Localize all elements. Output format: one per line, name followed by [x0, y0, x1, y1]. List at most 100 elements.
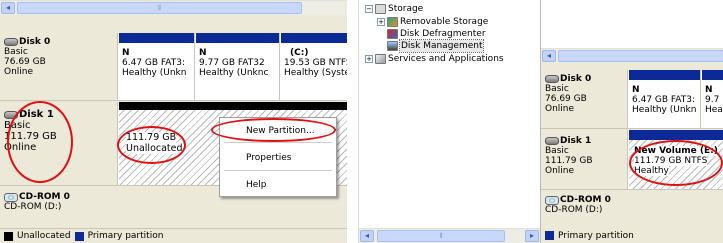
new-volume-partition[interactable]: New Volume (E:) 111.79 GB NTFS Healthy — [629, 130, 723, 189]
partition-label: N — [632, 85, 640, 95]
partition-health: Healthy (Unknc — [199, 68, 269, 78]
scroll-right-button[interactable]: ▸ — [525, 230, 539, 242]
partition-label: N — [199, 48, 207, 58]
primary-swatch — [74, 231, 84, 241]
disk-0-row: Disk 0 Basic 76.69 GB Online N 6.47 GB F… — [0, 33, 347, 101]
menu-separator — [224, 142, 332, 143]
disk-1-row: Disk 1 Basic 111.79 GB Online New Volume… — [541, 130, 723, 190]
tree-label: Disk Defragmenter — [400, 29, 486, 39]
disk-name: Disk 0 — [19, 37, 51, 47]
cdrom-name: CD-ROM 0 — [19, 192, 70, 202]
partition[interactable]: N 9.77 GB FAT32 Healthy (Unknc — [196, 33, 280, 100]
partition-label: (C:) — [290, 48, 309, 58]
menu-separator — [224, 170, 332, 171]
cdrom-0-label[interactable]: CD-ROM 0 CD-ROM (D:) — [541, 191, 628, 228]
partition-health: Healthy (Unkn — [632, 105, 697, 115]
console-tree: − Storage + Removable Storage Disk Defra… — [358, 0, 540, 243]
disk-management-view-after: ◂ Disk 0 Basic 76.69 GB Online N 6.47 GB… — [540, 0, 723, 243]
legend: Unallocated Primary partition — [0, 229, 347, 243]
partition[interactable]: N 9.7 Hea — [702, 70, 723, 128]
cdrom-name: CD-ROM 0 — [560, 195, 611, 205]
partition-health: Hea — [705, 105, 723, 115]
disk-status: Online — [4, 67, 34, 77]
partition-size: 9.7 — [705, 95, 720, 105]
tree-item-services-and-applications[interactable]: + Services and Applications — [365, 53, 504, 65]
primary-partition-bar — [702, 70, 723, 80]
partition-label: N — [122, 48, 130, 58]
expand-toggle[interactable]: + — [377, 18, 385, 26]
volume-health: Healthy — [634, 166, 669, 176]
disk-0-label[interactable]: Disk 0 Basic 76.69 GB Online — [0, 33, 118, 100]
menu-item-new-partition[interactable]: New Partition... — [220, 124, 336, 138]
hard-disk-icon — [545, 137, 559, 145]
partition-label: N — [705, 85, 713, 95]
scroll-thumb[interactable]: ⦀ — [17, 2, 302, 14]
primary-partition-bar — [281, 33, 347, 43]
primary-swatch — [545, 231, 554, 240]
cdrom-0-label[interactable]: CD-ROM 0 CD-ROM (D:) — [0, 187, 118, 228]
collapse-toggle[interactable]: − — [365, 5, 373, 13]
menu-item-help[interactable]: Help — [220, 178, 336, 192]
horizontal-scrollbar-top[interactable]: ◂ ⦀ — [0, 0, 347, 15]
disk-size: 111.79 GB — [4, 131, 57, 142]
scroll-thumb[interactable] — [558, 50, 723, 62]
hard-disk-icon — [545, 75, 559, 83]
disk-type: Basic — [4, 120, 31, 131]
disk-type: Basic — [545, 146, 569, 156]
removable-storage-icon — [387, 17, 398, 27]
tree-horizontal-scrollbar[interactable]: ◂ ⦀ ▸ — [359, 228, 540, 243]
disk-name: Disk 1 — [19, 109, 54, 120]
scroll-thumb[interactable]: ⦀ — [377, 230, 505, 242]
tree-item-removable-storage[interactable]: + Removable Storage — [377, 16, 488, 28]
cd-rom-icon — [545, 195, 559, 205]
menu-item-properties[interactable]: Properties — [220, 151, 336, 165]
tree-item-storage[interactable]: − Storage — [365, 3, 423, 15]
disk-0-label[interactable]: Disk 0 Basic 76.69 GB Online — [541, 70, 628, 128]
context-menu: New Partition... Properties Help — [219, 117, 337, 197]
disk-type: Basic — [545, 84, 569, 94]
horizontal-scrollbar-top[interactable]: ◂ — [541, 48, 723, 63]
volume-name: New Volume (E:) — [634, 146, 718, 156]
primary-partition-bar — [119, 33, 194, 43]
disk-name: Disk 0 — [560, 74, 592, 84]
expand-toggle[interactable]: + — [365, 55, 373, 63]
partition[interactable]: (C:) 19.53 GB NTFS Healthy (Systerr — [281, 33, 347, 100]
storage-icon — [375, 4, 386, 14]
volume-size: 111.79 GB NTFS — [634, 156, 708, 166]
disk-1-label[interactable]: Disk 1 Basic 111.79 GB Online — [541, 130, 628, 189]
disk-management-view-before: ◂ ⦀ Disk 0 Basic 76.69 GB Online N 6.47 … — [0, 0, 347, 243]
tree-label-selected: Disk Management — [398, 39, 485, 53]
scroll-left-button[interactable]: ◂ — [360, 230, 374, 242]
hard-disk-icon — [4, 111, 18, 119]
partition[interactable]: N 6.47 GB FAT3: Healthy (Unkn — [629, 70, 701, 128]
disk-0-row: Disk 0 Basic 76.69 GB Online N 6.47 GB F… — [541, 70, 723, 129]
unallocated-bar — [119, 102, 347, 110]
tree-label: Storage — [388, 4, 424, 14]
scroll-left-button[interactable]: ◂ — [542, 50, 556, 62]
defragmenter-icon — [387, 29, 398, 39]
primary-partition-bar — [196, 33, 279, 43]
cd-rom-icon — [4, 192, 18, 202]
partition-size: 19.53 GB NTFS — [284, 58, 347, 68]
tree-label: Services and Applications — [388, 54, 504, 64]
legend-primary: Primary partition — [558, 230, 634, 241]
disk-status: Online — [545, 104, 575, 114]
partition-health: Healthy (Unkn — [122, 68, 187, 78]
scroll-left-button[interactable]: ◂ — [1, 2, 15, 14]
disk-status: Online — [4, 142, 37, 153]
legend-primary: Primary partition — [87, 231, 164, 241]
unallocated-swatch — [4, 231, 13, 241]
disk-size: 76.69 GB — [4, 57, 46, 67]
tree-item-disk-defragmenter[interactable]: Disk Defragmenter — [387, 28, 486, 40]
disk-name: Disk 1 — [560, 136, 592, 146]
unallocated-size: 111.79 GB — [126, 132, 177, 143]
tree-item-disk-management[interactable]: Disk Management — [387, 39, 485, 53]
primary-partition-bar — [629, 70, 700, 80]
partition-health: Healthy (Systerr — [284, 68, 347, 78]
disk-1-label[interactable]: Disk 1 Basic 111.79 GB Online — [0, 102, 118, 185]
partition[interactable]: N 6.47 GB FAT3: Healthy (Unkn — [119, 33, 195, 100]
volume-list-area — [541, 0, 723, 48]
services-icon — [375, 54, 386, 64]
cdrom-drive: CD-ROM (D:) — [4, 202, 62, 212]
cdrom-0-row: CD-ROM 0 CD-ROM (D:) — [541, 191, 723, 228]
